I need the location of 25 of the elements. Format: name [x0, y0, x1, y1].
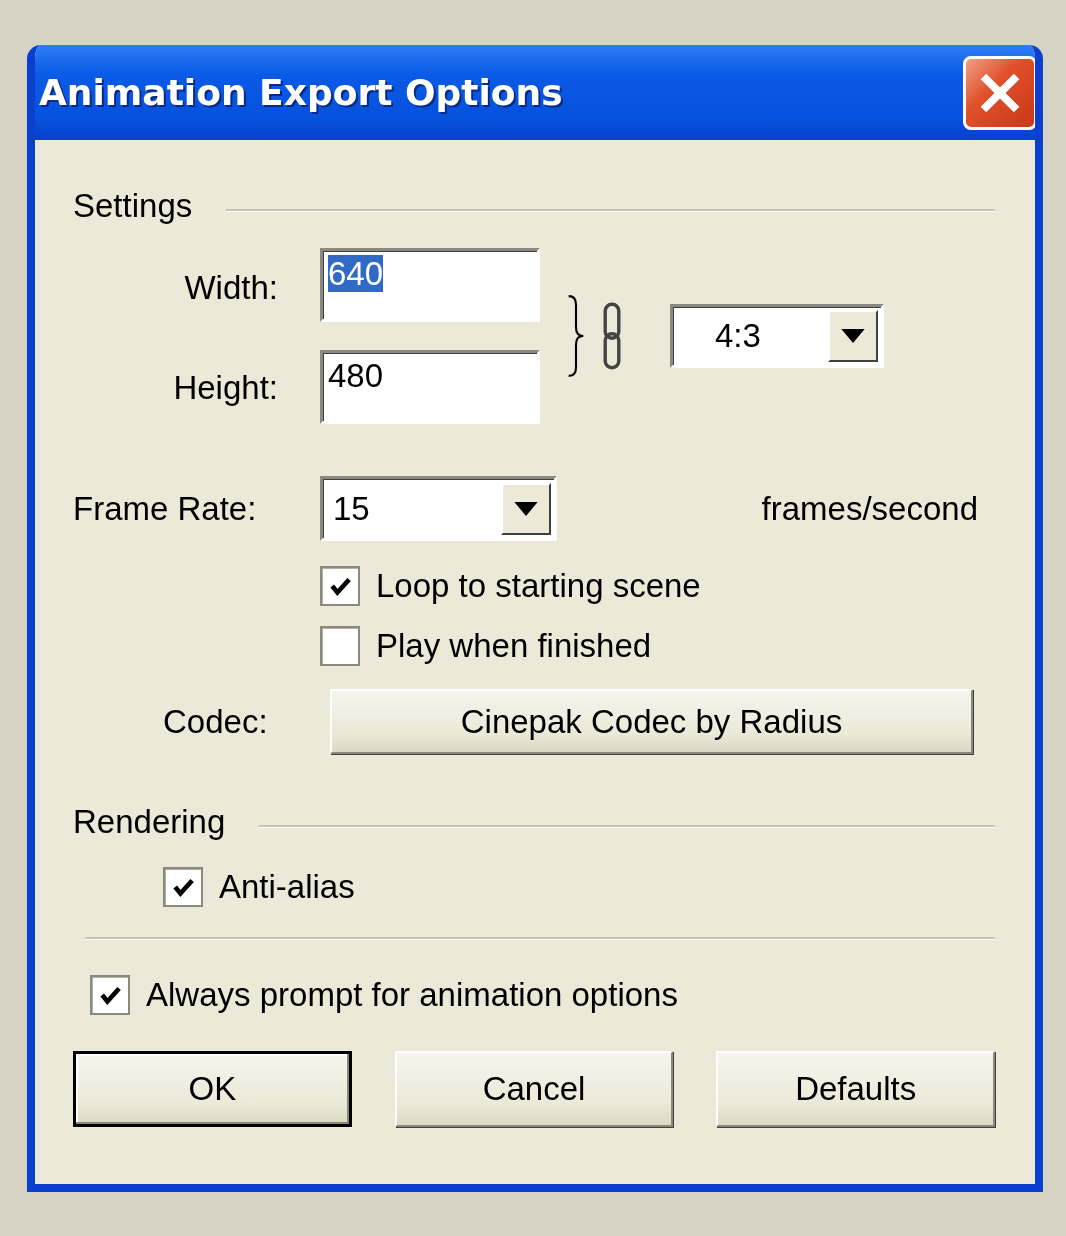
field-label: Frame Rate:	[73, 489, 258, 528]
width-field[interactable]: 640	[320, 248, 540, 322]
field-label: Height:	[173, 369, 278, 407]
dialog-button[interactable]: OK	[73, 1051, 352, 1127]
checkbox[interactable]	[90, 975, 130, 1015]
window-title: Animation Export Options	[39, 72, 563, 113]
group-heading: Rendering	[73, 803, 226, 841]
checkbox[interactable]	[320, 626, 360, 666]
aspect-ratio-dropdown[interactable]: 4:3	[670, 304, 884, 368]
checkbox-label: Always prompt for animation options	[146, 976, 678, 1014]
checkbox-label: Play when finished	[376, 627, 652, 665]
dialog-button[interactable]: Cancel	[394, 1051, 674, 1127]
group-heading: Settings	[73, 187, 193, 225]
codec-button[interactable]: Cinepak Codec by Radius	[330, 689, 973, 754]
field-label: Width:	[184, 269, 278, 307]
checkbox-label: Anti-alias	[219, 868, 355, 906]
checkbox[interactable]	[163, 867, 203, 907]
close-button[interactable]	[963, 55, 1035, 130]
checkbox-label: Loop to starting scene	[376, 567, 701, 605]
frame-rate-dropdown[interactable]: 15	[320, 476, 557, 541]
unit-label: frames/second	[761, 489, 978, 528]
checkbox[interactable]	[320, 566, 360, 606]
dialog-button[interactable]: Defaults	[716, 1051, 995, 1127]
height-field[interactable]: 480	[320, 350, 540, 424]
field-label: Codec:	[162, 702, 269, 741]
